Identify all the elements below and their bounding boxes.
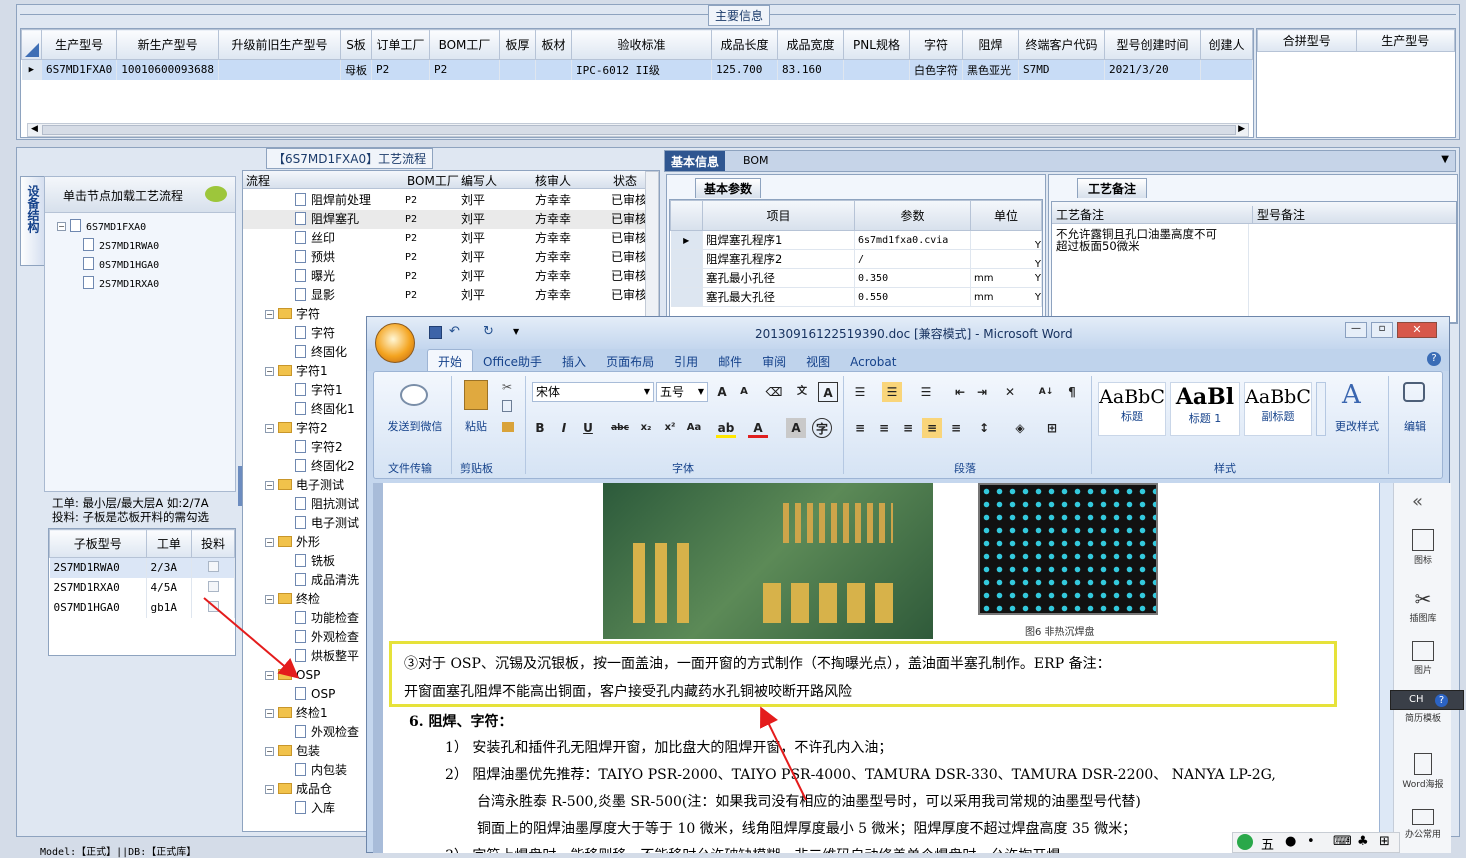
arrow-to-paragraph (760, 706, 807, 801)
office-button[interactable] (375, 323, 415, 363)
annotation-arrows (203, 597, 807, 801)
arrow-to-osp (203, 597, 300, 679)
